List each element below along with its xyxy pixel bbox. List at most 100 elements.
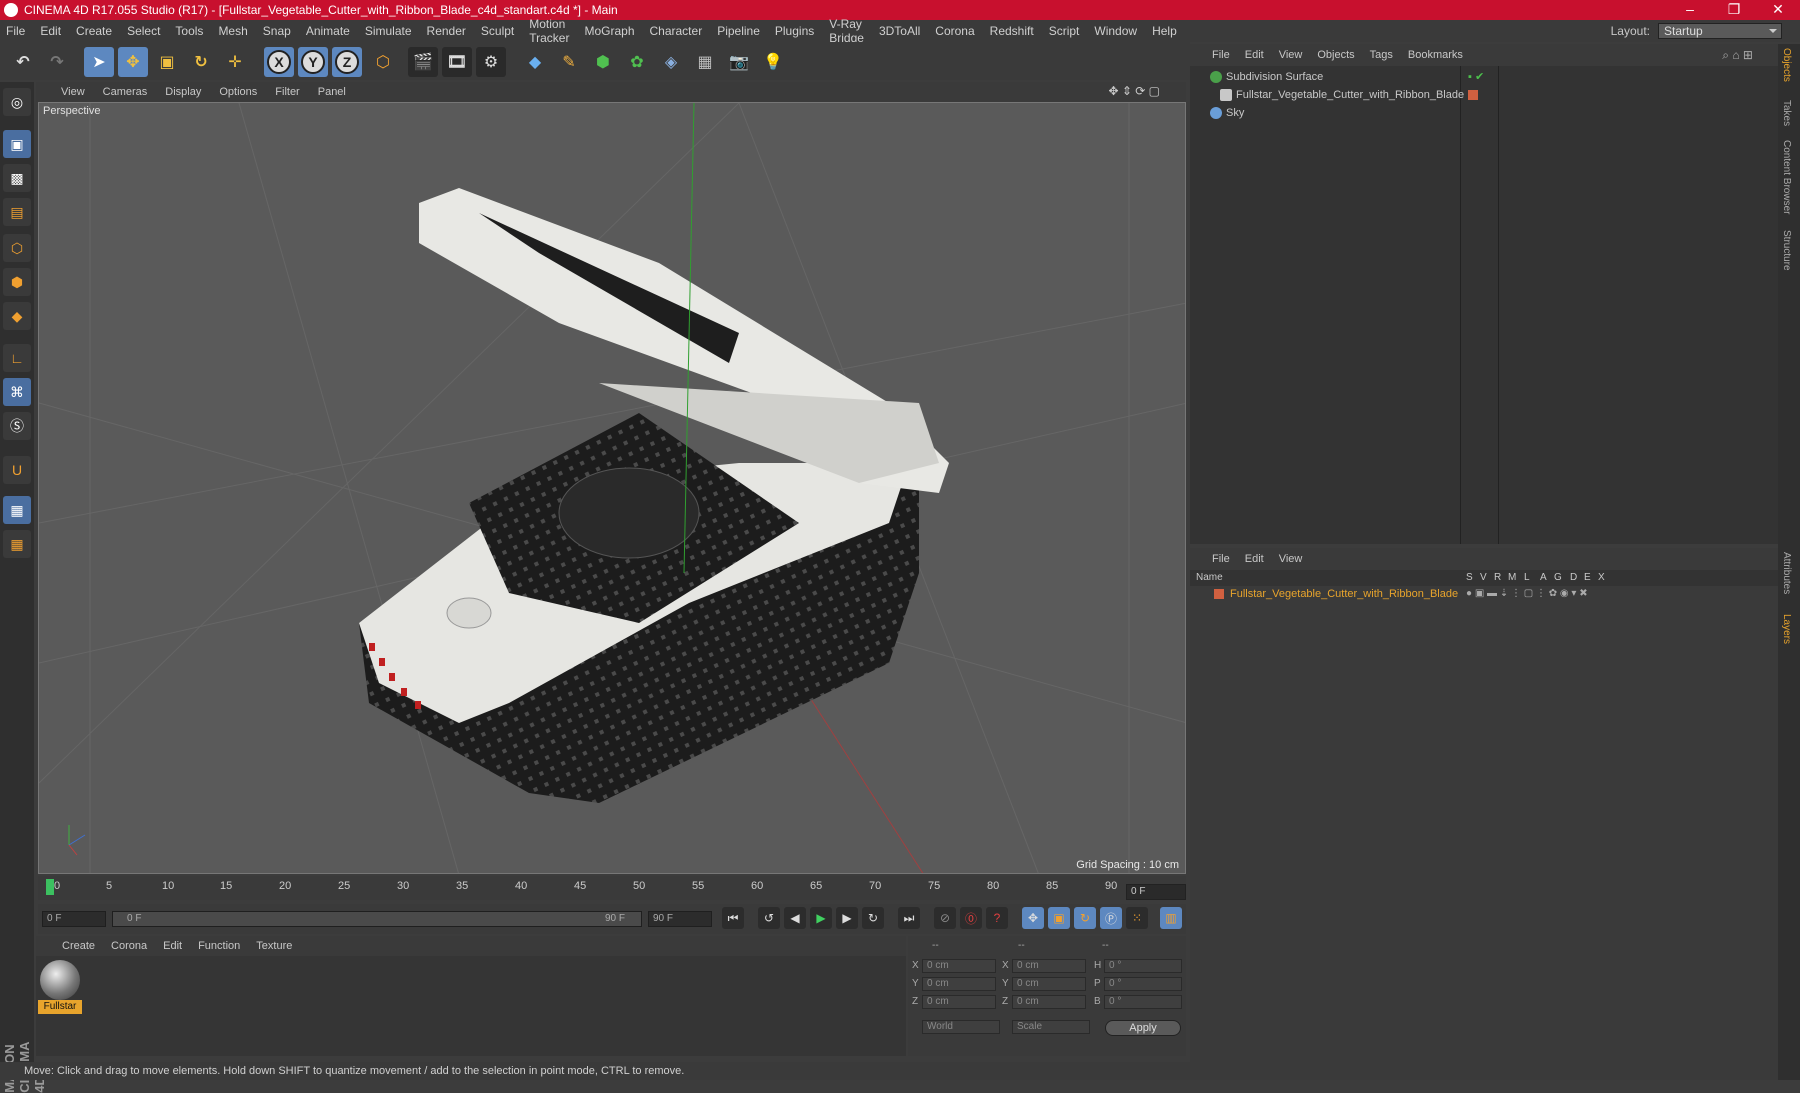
object-menu-edit[interactable]: Edit bbox=[1245, 49, 1264, 61]
tweak-mode-icon[interactable]: ⌘ bbox=[3, 378, 31, 406]
menu-mograph[interactable]: MoGraph bbox=[584, 24, 634, 38]
coord-y-size[interactable]: 0 cm bbox=[1012, 977, 1086, 991]
object-row-subdivision-surface[interactable]: Subdivision Surface ▪ ✔ bbox=[1190, 68, 1778, 86]
move-tool-icon[interactable]: ✥ bbox=[118, 47, 148, 77]
menu-3dtoall[interactable]: 3DToAll bbox=[879, 24, 920, 38]
scale-tool-icon[interactable]: ▣ bbox=[152, 47, 182, 77]
lock-workplane-icon[interactable]: ▦ bbox=[3, 496, 31, 524]
menu-vray-bridge[interactable]: V-Ray Bridge bbox=[829, 17, 864, 45]
menu-animate[interactable]: Animate bbox=[306, 24, 350, 38]
timeline-window-icon[interactable]: ▥ bbox=[1160, 907, 1182, 929]
menu-sculpt[interactable]: Sculpt bbox=[481, 24, 514, 38]
viewport-menu-view[interactable]: View bbox=[61, 86, 85, 98]
x-axis-toggle[interactable]: X bbox=[264, 47, 294, 77]
menu-edit[interactable]: Edit bbox=[40, 24, 61, 38]
key-scale-icon[interactable]: ▣ bbox=[1048, 907, 1070, 929]
menu-mesh[interactable]: Mesh bbox=[218, 24, 247, 38]
undo-icon[interactable]: ↶ bbox=[8, 47, 38, 77]
texture-mode-icon[interactable]: ▩ bbox=[3, 164, 31, 192]
key-pla-icon[interactable]: ⁙ bbox=[1126, 907, 1148, 929]
edges-mode-icon[interactable]: ⬢ bbox=[3, 268, 31, 296]
menu-tools[interactable]: Tools bbox=[175, 24, 203, 38]
object-row-vegetable-cutter[interactable]: Fullstar_Vegetable_Cutter_with_Ribbon_Bl… bbox=[1190, 86, 1778, 104]
current-frame-field[interactable]: 0 F bbox=[1126, 884, 1186, 900]
apply-button[interactable]: Apply bbox=[1105, 1020, 1181, 1036]
magnet-icon[interactable]: U bbox=[3, 456, 31, 484]
previous-key-icon[interactable]: ↺ bbox=[758, 907, 780, 929]
object-menu-bookmarks[interactable]: Bookmarks bbox=[1408, 49, 1463, 61]
menu-redshift[interactable]: Redshift bbox=[990, 24, 1034, 38]
viewport-menu-options[interactable]: Options bbox=[219, 86, 257, 98]
snap-icon[interactable]: Ⓢ bbox=[3, 412, 31, 440]
axis-mode-icon[interactable]: ∟ bbox=[3, 344, 31, 372]
rotate-tool-icon[interactable]: ↻ bbox=[186, 47, 216, 77]
floor-scene-icon[interactable]: ▦ bbox=[690, 47, 720, 77]
layer-menu-view[interactable]: View bbox=[1279, 553, 1303, 565]
menu-pipeline[interactable]: Pipeline bbox=[717, 24, 760, 38]
object-menu-objects[interactable]: Objects bbox=[1317, 49, 1354, 61]
redo-icon[interactable]: ↷ bbox=[42, 47, 72, 77]
render-picture-viewer-icon[interactable]: 🎞 bbox=[442, 47, 472, 77]
coord-h-rotation[interactable]: 0 ° bbox=[1104, 959, 1182, 973]
light-icon[interactable]: 💡 bbox=[758, 47, 788, 77]
viewport-menu-panel[interactable]: Panel bbox=[318, 86, 346, 98]
select-arrow-icon[interactable]: ➤ bbox=[84, 47, 114, 77]
render-settings-icon[interactable]: ⚙ bbox=[476, 47, 506, 77]
coord-p-rotation[interactable]: 0 ° bbox=[1104, 977, 1182, 991]
material-menu-texture[interactable]: Texture bbox=[256, 940, 292, 952]
maximize-button[interactable]: ❐ bbox=[1712, 0, 1756, 20]
record-keys-icon[interactable]: ⊘ bbox=[934, 907, 956, 929]
next-frame-icon[interactable]: ▶ bbox=[836, 907, 858, 929]
material-preview[interactable] bbox=[40, 960, 80, 1000]
layout-dropdown[interactable]: Startup bbox=[1658, 23, 1782, 39]
planar-workplane-icon[interactable]: ▦ bbox=[3, 530, 31, 558]
camera-icon[interactable]: 📷 bbox=[724, 47, 754, 77]
menu-snap[interactable]: Snap bbox=[263, 24, 291, 38]
world-dropdown[interactable]: World bbox=[922, 1020, 1000, 1034]
key-parameter-icon[interactable]: Ⓟ bbox=[1100, 907, 1122, 929]
menu-render[interactable]: Render bbox=[427, 24, 466, 38]
tab-content-browser[interactable]: Content Browser bbox=[1781, 140, 1792, 214]
scale-dropdown[interactable]: Scale bbox=[1012, 1020, 1090, 1034]
menu-plugins[interactable]: Plugins bbox=[775, 24, 814, 38]
coord-x-size[interactable]: 0 cm bbox=[1012, 959, 1086, 973]
key-position-icon[interactable]: ✥ bbox=[1022, 907, 1044, 929]
coord-z-size[interactable]: 0 cm bbox=[1012, 995, 1086, 1009]
material-menu-create[interactable]: Create bbox=[62, 940, 95, 952]
minimize-button[interactable]: – bbox=[1668, 0, 1712, 20]
cube-object-icon[interactable]: ◆ bbox=[520, 47, 550, 77]
object-menu-view[interactable]: View bbox=[1279, 49, 1303, 61]
next-key-icon[interactable]: ↻ bbox=[862, 907, 884, 929]
close-button[interactable]: ✕ bbox=[1756, 0, 1800, 20]
viewport-menu-cameras[interactable]: Cameras bbox=[103, 86, 148, 98]
start-frame-field[interactable]: 0 F bbox=[42, 911, 106, 927]
keyframe-selection-icon[interactable]: ? bbox=[986, 907, 1008, 929]
polygons-mode-icon[interactable]: ◆ bbox=[3, 302, 31, 330]
object-menu-tags[interactable]: Tags bbox=[1370, 49, 1393, 61]
menu-simulate[interactable]: Simulate bbox=[365, 24, 412, 38]
render-view-icon[interactable]: 🎬 bbox=[408, 47, 438, 77]
frame-range-slider[interactable]: 0 F 90 F bbox=[112, 911, 642, 927]
viewport-nav-icons[interactable]: ✥ ⇕ ⟳ ▢ bbox=[1108, 84, 1160, 98]
viewport-menu-display[interactable]: Display bbox=[165, 86, 201, 98]
material-menu-function[interactable]: Function bbox=[198, 940, 240, 952]
go-to-end-icon[interactable]: ⏭ bbox=[898, 907, 920, 929]
menu-help[interactable]: Help bbox=[1152, 24, 1177, 38]
menu-script[interactable]: Script bbox=[1049, 24, 1080, 38]
layer-row[interactable]: Fullstar_Vegetable_Cutter_with_Ribbon_Bl… bbox=[1190, 586, 1778, 602]
menu-motion-tracker[interactable]: Motion Tracker bbox=[529, 17, 569, 45]
menu-create[interactable]: Create bbox=[76, 24, 112, 38]
tab-takes[interactable]: Takes bbox=[1781, 100, 1792, 126]
points-mode-icon[interactable]: ⬡ bbox=[3, 234, 31, 262]
live-selection-icon[interactable]: ✛ bbox=[220, 47, 250, 77]
layer-toggle-icons[interactable]: ● ▣ ▬ ⇣ ⋮ ▢ ⋮ ✿ ◉ ▾ ✖ bbox=[1466, 586, 1588, 602]
tab-attributes[interactable]: Attributes bbox=[1781, 552, 1792, 594]
play-icon[interactable]: ▶ bbox=[810, 907, 832, 929]
material-tag-icon[interactable] bbox=[1468, 90, 1478, 100]
z-axis-toggle[interactable]: Z bbox=[332, 47, 362, 77]
menu-corona[interactable]: Corona bbox=[935, 24, 974, 38]
object-visibility-check-icon[interactable]: ▪ ✔ bbox=[1468, 68, 1484, 86]
model-mode-icon[interactable]: ▣ bbox=[3, 130, 31, 158]
menu-window[interactable]: Window bbox=[1094, 24, 1137, 38]
object-manager-search-icon[interactable]: ⌕ ⌂ ⊞ bbox=[1722, 48, 1753, 63]
